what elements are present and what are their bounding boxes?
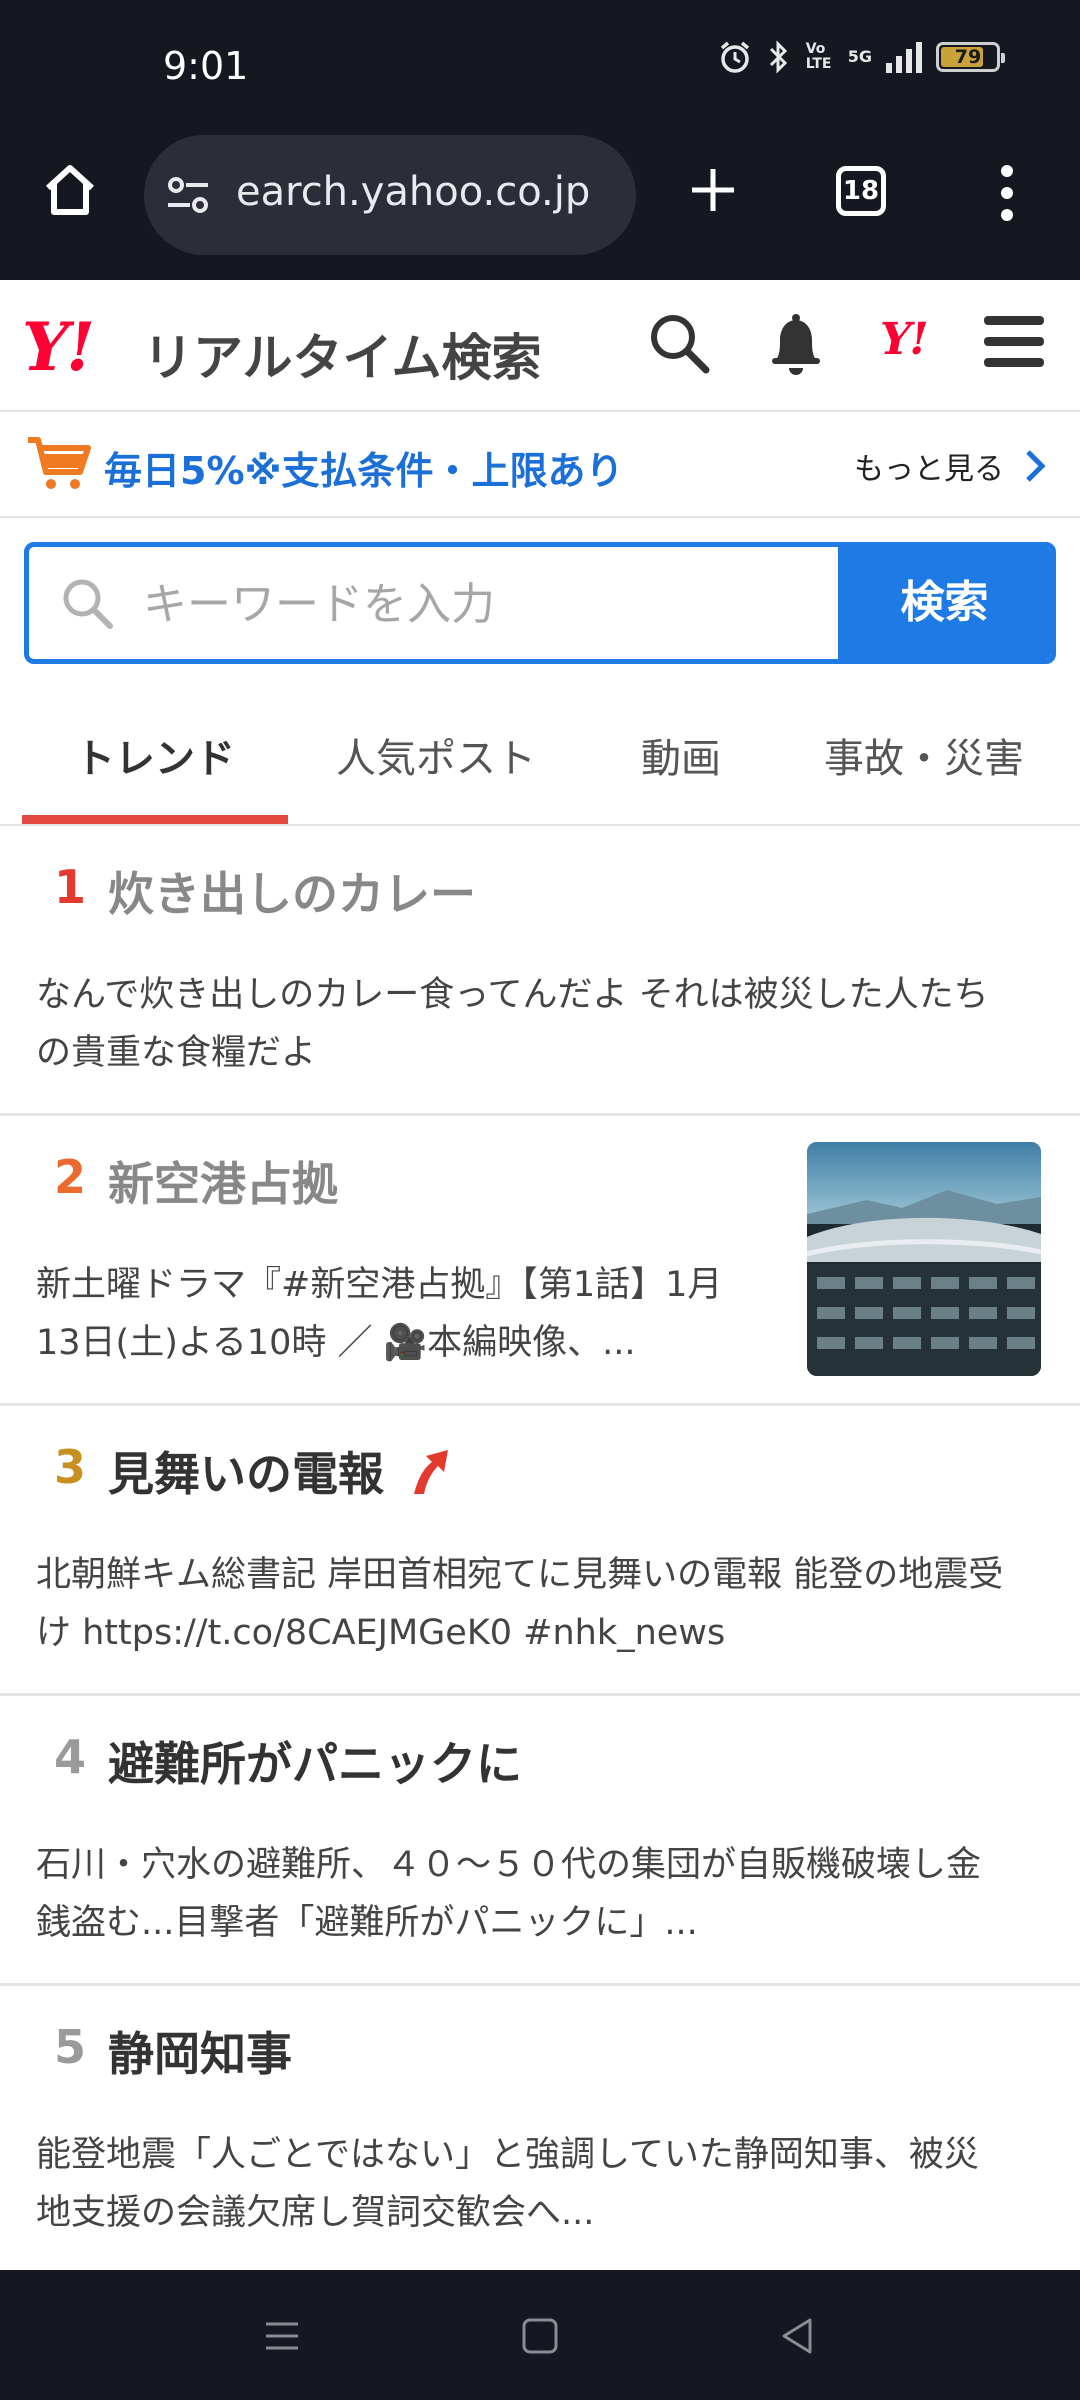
search-input[interactable] xyxy=(141,547,845,659)
trend-title[interactable]: 炊き出しのカレー xyxy=(108,858,476,924)
trend-item[interactable]: 1 炊き出しのカレー なんで炊き出しのカレー食ってんだよ それは被災した人たちの… xyxy=(0,826,1080,1116)
trend-title[interactable]: 避難所がパニックに xyxy=(108,1728,522,1794)
search-icon[interactable] xyxy=(646,310,712,376)
trend-item[interactable]: 4 避難所がパニックに 石川・穴水の避難所、４０～５０代の集団が自販機破壊し金銭… xyxy=(0,1696,1080,1986)
yahoo-logo-icon[interactable]: Y! xyxy=(880,314,929,365)
more-vertical-icon[interactable] xyxy=(996,163,1018,223)
plus-icon[interactable] xyxy=(688,165,738,215)
trend-description[interactable]: 能登地震「人ごとではない」と強調していた静岡知事、被災地支援の会議欠席し賀詞交歓… xyxy=(36,2126,1011,2242)
status-time: 9:01 xyxy=(163,44,249,88)
promo-more-link[interactable]: もっと見る xyxy=(854,444,1004,488)
network-type: 5G xyxy=(847,47,872,66)
trend-title[interactable]: 静岡知事 xyxy=(108,2018,292,2084)
system-nav-bar xyxy=(0,2270,1080,2400)
site-settings-icon[interactable] xyxy=(166,173,210,217)
browser-toolbar: earch.yahoo.co.jp 18 xyxy=(0,135,1080,280)
promo-text[interactable]: 毎日5%※支払条件・上限あり xyxy=(104,440,623,495)
battery-icon: 79 xyxy=(936,42,1005,72)
tab-popular-posts[interactable]: 人気ポスト xyxy=(336,726,536,784)
trend-rank: 5 xyxy=(54,2020,87,2074)
site-header: Y! リアルタイム検索 Y! xyxy=(0,280,1080,412)
search-button[interactable]: 検索 xyxy=(838,547,1051,659)
trend-rank: 2 xyxy=(54,1150,87,1204)
trend-rank: 4 xyxy=(54,1730,87,1784)
bluetooth-icon xyxy=(769,40,787,74)
url-bar[interactable]: earch.yahoo.co.jp xyxy=(144,135,636,255)
url-text[interactable]: earch.yahoo.co.jp xyxy=(236,169,590,215)
trend-title[interactable]: 新空港占拠 xyxy=(108,1148,338,1214)
service-title[interactable]: リアルタイム検索 xyxy=(143,318,542,390)
trend-item[interactable]: 3 見舞いの電報 北朝鮮キム総書記 岸田首相宛てに見舞いの電報 能登の地震受け … xyxy=(0,1406,1080,1696)
bell-icon[interactable] xyxy=(764,310,828,378)
promo-banner[interactable]: 毎日5%※支払条件・上限あり もっと見る xyxy=(0,412,1080,518)
yahoo-logo[interactable]: Y! xyxy=(22,308,95,386)
cart-icon xyxy=(28,437,91,489)
trend-description[interactable]: 新土曜ドラマ『#新空港占拠』【第1話】1月13日(土)よる10時 ／ 🎥本編映像… xyxy=(36,1256,756,1372)
trend-thumbnail[interactable] xyxy=(807,1142,1041,1376)
tab-accidents-disasters[interactable]: 事故・災害 xyxy=(824,726,1024,784)
menu-icon[interactable] xyxy=(982,314,1046,370)
category-tabs: トレンド 人気ポスト 動画 事故・災害 xyxy=(0,690,1080,826)
alarm-icon xyxy=(720,41,749,73)
tab-trend[interactable]: トレンド xyxy=(75,726,235,784)
trend-rank: 1 xyxy=(54,860,87,914)
home-icon[interactable] xyxy=(40,160,100,220)
trend-item[interactable]: 5 静岡知事 能登地震「人ごとではない」と強調していた静岡知事、被災地支援の会議… xyxy=(0,1986,1080,2270)
home-square-icon[interactable] xyxy=(516,2312,564,2360)
trend-item[interactable]: 2 新空港占拠 新土曜ドラマ『#新空港占拠』【第1話】1月13日(土)よる10時… xyxy=(0,1116,1080,1406)
trend-description[interactable]: なんで炊き出しのカレー食ってんだよ それは被災した人たちの貴重な食糧だよ xyxy=(36,966,1011,1082)
status-bar: 9:01 Vo LTE 5G 79 xyxy=(0,0,1080,135)
tab-videos[interactable]: 動画 xyxy=(641,726,721,784)
search-form: 検索 xyxy=(24,542,1056,664)
search-field-icon xyxy=(63,579,113,629)
network-indicator: 5G xyxy=(848,49,872,65)
active-tab-indicator xyxy=(22,815,288,824)
recents-icon[interactable] xyxy=(258,2312,306,2360)
back-icon[interactable] xyxy=(774,2312,822,2360)
trend-description[interactable]: 北朝鮮キム総書記 岸田首相宛てに見舞いの電報 能登の地震受け https://t… xyxy=(36,1546,1011,1662)
battery-percent: 79 xyxy=(954,46,982,68)
tabs-icon[interactable]: 18 xyxy=(836,166,886,216)
volte-icon: Vo LTE xyxy=(805,41,832,72)
signal-icon xyxy=(886,41,922,73)
trend-rank: 3 xyxy=(54,1440,87,1494)
trending-up-icon xyxy=(414,1450,448,1494)
trend-title[interactable]: 見舞いの電報 xyxy=(108,1438,384,1504)
status-icons: Vo LTE 5G 79 xyxy=(718,40,1005,74)
chevron-right-icon[interactable] xyxy=(1022,446,1048,486)
trend-description[interactable]: 石川・穴水の避難所、４０～５０代の集団が自販機破壊し金銭盗む...目撃者「避難所… xyxy=(36,1836,1011,1952)
